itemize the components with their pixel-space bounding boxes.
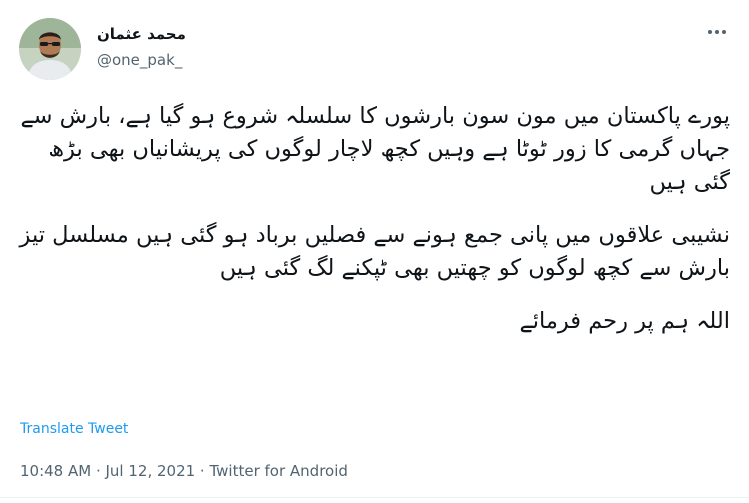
tweet-paragraph: اللہ ہم پر رحم فرمائے — [519, 308, 730, 334]
more-horizontal-icon-dot — [722, 30, 726, 34]
more-options-button[interactable] — [703, 22, 731, 42]
tweet-text: پورے پاکستان میں مون سون بارشوں کا سلسلہ… — [18, 100, 730, 338]
tweet-paragraph: نشیبی علاقوں میں پانی جمع ہونے سے فصلیں … — [19, 222, 730, 281]
author-handle[interactable]: @one_pak_ — [97, 51, 182, 69]
tweet-paragraph: پورے پاکستان میں مون سون بارشوں کا سلسلہ… — [20, 103, 730, 195]
avatar[interactable] — [19, 18, 81, 80]
author-name[interactable]: محمد عثمان — [97, 25, 186, 43]
more-horizontal-icon-dot — [715, 30, 719, 34]
avatar-image — [19, 18, 81, 80]
tweet-timestamp[interactable]: 10:48 AM · Jul 12, 2021 · Twitter for An… — [20, 462, 348, 480]
more-horizontal-icon — [708, 30, 712, 34]
tweet-card: محمد عثمان @one_pak_ پورے پاکستان میں مو… — [0, 0, 749, 503]
translate-tweet-link[interactable]: Translate Tweet — [20, 421, 128, 437]
divider — [0, 497, 749, 498]
